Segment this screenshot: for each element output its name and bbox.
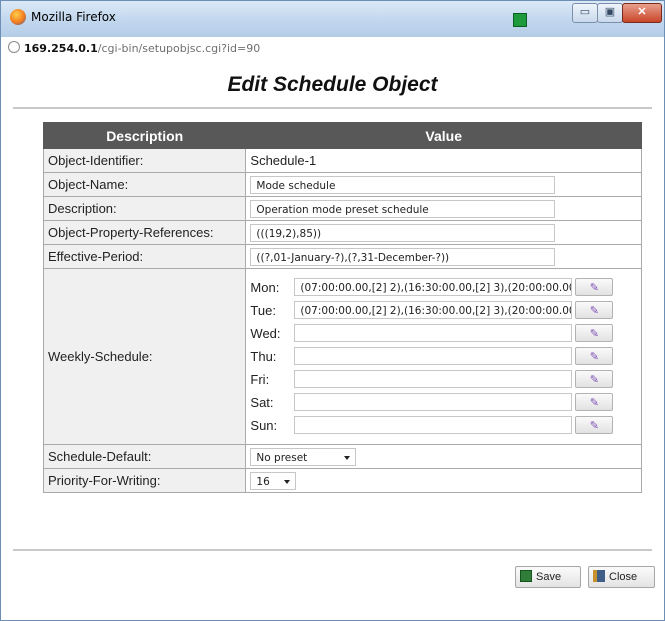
day-input-thu[interactable]: [294, 347, 573, 365]
object-property-references-label: Object-Property-References:: [42, 220, 247, 245]
day-input-wed[interactable]: [294, 324, 573, 342]
day-label-sun: Sun:: [250, 418, 278, 433]
edit-button-fri[interactable]: ✎: [575, 370, 614, 388]
effective-period-input[interactable]: ((?,01-January-?),(?,31-December-?)): [250, 247, 556, 266]
schedule-table: Description Value Object-Identifier: Sch…: [42, 122, 642, 493]
day-label-fri: Fri:: [250, 372, 270, 387]
object-identifier-value: Schedule-1: [245, 148, 642, 173]
row-priority-for-writing: Priority-For-Writing: 16: [42, 468, 642, 493]
priority-for-writing-label: Priority-For-Writing:: [42, 468, 247, 493]
close-label: Close: [609, 571, 638, 583]
day-label-mon: Mon:: [250, 280, 280, 295]
save-label: Save: [536, 571, 562, 583]
close-window-button[interactable]: ✕: [622, 3, 662, 23]
table-header: Description Value: [42, 122, 642, 149]
object-name-label: Object-Name:: [42, 172, 247, 197]
address-bar[interactable]: 169.254.0.1/cgi-bin/setupobjsc.cgi?id=90: [8, 41, 260, 55]
object-name-input[interactable]: Mode schedule: [250, 175, 556, 194]
top-divider: [13, 107, 652, 109]
edit-icon: ✎: [589, 305, 600, 317]
header-description: Description: [42, 122, 247, 149]
page-title: Edit Schedule Object: [227, 73, 438, 96]
object-identifier-label: Object-Identifier:: [42, 148, 247, 173]
row-object-property-references: Object-Property-References: (((19,2),85)…: [42, 220, 642, 245]
edit-icon: ✎: [589, 397, 600, 409]
edit-button-sat[interactable]: ✎: [575, 393, 614, 411]
edit-button-tue[interactable]: ✎: [575, 301, 614, 319]
day-input-sat[interactable]: [294, 393, 573, 411]
day-input-sun[interactable]: [294, 416, 573, 434]
day-row-sun: Sun: ✎: [250, 414, 641, 437]
globe-icon: [8, 41, 20, 53]
row-description: Description: Operation mode preset sched…: [42, 196, 642, 221]
day-input-fri[interactable]: [294, 370, 573, 388]
edit-icon: ✎: [589, 328, 600, 340]
edit-button-wed[interactable]: ✎: [575, 324, 614, 342]
description-input[interactable]: Operation mode preset schedule: [250, 199, 556, 218]
day-input-tue[interactable]: (07:00:00.00,[2] 2),(16:30:00.00,[2] 3),…: [294, 301, 573, 319]
edit-button-thu[interactable]: ✎: [575, 347, 614, 365]
day-row-mon: Mon: (07:00:00.00,[2] 2),(16:30:00.00,[2…: [250, 276, 641, 299]
day-row-tue: Tue: (07:00:00.00,[2] 2),(16:30:00.00,[2…: [250, 299, 641, 322]
object-property-references-input[interactable]: (((19,2),85)): [250, 223, 556, 242]
header-value: Value: [245, 122, 642, 149]
edit-button-sun[interactable]: ✎: [575, 416, 614, 434]
edit-icon: ✎: [589, 282, 600, 294]
day-label-tue: Tue:: [250, 303, 276, 318]
day-label-sat: Sat:: [250, 395, 274, 410]
firefox-icon: [10, 9, 26, 25]
chevron-down-icon: [284, 479, 291, 484]
exit-door-icon: [593, 570, 605, 582]
edit-icon: ✎: [589, 374, 600, 386]
save-icon: [520, 570, 532, 582]
schedule-default-value: No preset: [256, 451, 308, 464]
row-effective-period: Effective-Period: ((?,01-January-?),(?,3…: [42, 244, 642, 269]
schedule-default-label: Schedule-Default:: [42, 444, 247, 469]
address-host: 169.254.0.1: [24, 42, 98, 55]
address-path: /cgi-bin/setupobjsc.cgi?id=90: [97, 42, 261, 55]
edit-icon: ✎: [589, 351, 600, 363]
close-button[interactable]: Close: [588, 566, 655, 588]
day-row-thu: Thu: ✎: [250, 345, 641, 368]
schedule-default-select[interactable]: No preset: [250, 447, 357, 466]
priority-for-writing-select[interactable]: 16: [250, 471, 297, 490]
row-schedule-default: Schedule-Default: No preset: [42, 444, 642, 469]
chevron-down-icon: [344, 455, 351, 460]
day-row-wed: Wed: ✎: [250, 322, 641, 345]
edit-icon: ✎: [589, 420, 600, 432]
title-bar: Mozilla Firefox ▭ ▣ ✕: [1, 1, 664, 37]
day-row-sat: Sat: ✎: [250, 391, 641, 414]
edit-button-mon[interactable]: ✎: [575, 278, 614, 296]
minimize-button[interactable]: ▭: [572, 3, 598, 23]
row-object-identifier: Object-Identifier: Schedule-1: [42, 148, 642, 173]
row-object-name: Object-Name: Mode schedule: [42, 172, 642, 197]
effective-period-label: Effective-Period:: [42, 244, 247, 269]
day-label-thu: Thu:: [250, 349, 277, 364]
window-title: Mozilla Firefox: [31, 10, 116, 24]
day-input-mon[interactable]: (07:00:00.00,[2] 2),(16:30:00.00,[2] 3),…: [294, 278, 573, 296]
row-weekly-schedule: Weekly-Schedule: Mon: (07:00:00.00,[2] 2…: [42, 268, 642, 445]
save-button[interactable]: Save: [515, 566, 581, 588]
day-label-wed: Wed:: [250, 326, 281, 341]
maximize-button[interactable]: ▣: [597, 3, 623, 23]
browser-window: Mozilla Firefox ▭ ▣ ✕ 169.254.0.1/cgi-bi…: [0, 0, 665, 621]
bottom-divider: [13, 549, 652, 551]
day-row-fri: Fri: ✎: [250, 368, 641, 391]
weekly-schedule-label: Weekly-Schedule:: [42, 268, 247, 445]
description-label: Description:: [42, 196, 247, 221]
priority-for-writing-value: 16: [256, 475, 270, 488]
tray-icon: [513, 13, 527, 27]
